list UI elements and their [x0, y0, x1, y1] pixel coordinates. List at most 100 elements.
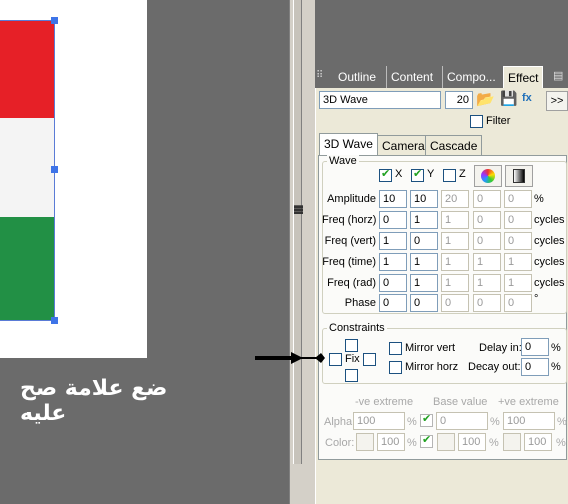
pos-extreme-header: +ve extreme — [498, 396, 559, 408]
z-axis-checkbox[interactable] — [443, 169, 456, 182]
alpha-pos-pct: % — [557, 416, 567, 428]
fix-left-checkbox[interactable] — [329, 353, 342, 366]
selection-handle[interactable] — [51, 317, 58, 324]
tab-gripper-icon: ⠿ — [316, 70, 324, 81]
panel-menu-icon[interactable]: ▤ — [553, 69, 568, 85]
amplitude-z-input[interactable] — [441, 190, 469, 208]
freq-horz-x-input[interactable] — [379, 211, 407, 229]
freq-horz-z-input[interactable] — [441, 211, 469, 229]
decay-out-label: Decay out: — [468, 361, 521, 373]
freq-rad-r-input[interactable] — [473, 274, 501, 292]
fix-bottom-checkbox[interactable] — [345, 369, 358, 382]
phase-t-input[interactable] — [504, 294, 532, 312]
phase-x-input[interactable] — [379, 294, 407, 312]
save-disk-icon[interactable]: 💾 — [500, 90, 518, 110]
alpha-label: Alpha: — [324, 416, 356, 428]
decay-out-input[interactable] — [521, 358, 549, 376]
filter-checkbox[interactable] — [470, 115, 483, 128]
freq-horz-t-input[interactable] — [504, 211, 532, 229]
freq-vert-t-input[interactable] — [504, 232, 532, 250]
base-value-header: Base value — [433, 396, 488, 408]
amplitude-r-input[interactable] — [473, 190, 501, 208]
color-pos-input[interactable] — [524, 433, 552, 451]
alpha-base-input[interactable] — [436, 412, 488, 430]
color-wheel-button[interactable] — [474, 165, 502, 187]
amplitude-t-input[interactable] — [504, 190, 532, 208]
fix-label: Fix — [345, 353, 360, 365]
freq-time-z-input[interactable] — [441, 253, 469, 271]
color-neg-pct: % — [407, 437, 417, 449]
freq-time-y-input[interactable] — [410, 253, 438, 271]
constraints-group-title: Constraints — [327, 322, 387, 334]
subtab-cascade[interactable]: Cascade — [425, 135, 483, 155]
amplitude-unit: % — [534, 193, 544, 205]
more-button[interactable]: >> — [546, 91, 568, 111]
selection-handle[interactable] — [51, 166, 58, 173]
freq-vert-r-input[interactable] — [473, 232, 501, 250]
fix-top-checkbox[interactable] — [345, 339, 358, 352]
panel-splitter[interactable]: ▬ ▬ ▬ — [289, 0, 315, 504]
alpha-pos-input[interactable] — [503, 412, 555, 430]
subtab-camera[interactable]: Camera — [377, 135, 430, 155]
effect-number-field[interactable] — [445, 91, 473, 109]
flag-green-band — [0, 217, 54, 320]
amplitude-label: Amplitude — [327, 193, 376, 205]
color-base-checkbox[interactable] — [420, 433, 433, 448]
mirror-vert-checkbox[interactable] — [389, 342, 402, 355]
selection-handle[interactable] — [51, 17, 58, 24]
freq-horz-r-input[interactable] — [473, 211, 501, 229]
alpha-neg-pct: % — [407, 416, 417, 428]
freq-time-t-input[interactable] — [504, 253, 532, 271]
freq-time-x-input[interactable] — [379, 253, 407, 271]
mirror-horz-checkbox[interactable] — [389, 361, 402, 374]
alpha-base-checkbox[interactable] — [420, 412, 433, 427]
freq-vert-x-input[interactable] — [379, 232, 407, 250]
freq-horz-y-input[interactable] — [410, 211, 438, 229]
phase-y-input[interactable] — [410, 294, 438, 312]
decay-pct: % — [551, 361, 561, 373]
splitter-grip-icon[interactable]: ▬ ▬ ▬ — [294, 201, 303, 216]
gradient-icon — [513, 169, 525, 183]
freq-rad-x-input[interactable] — [379, 274, 407, 292]
phase-r-input[interactable] — [473, 294, 501, 312]
tab-content[interactable]: Content — [386, 66, 437, 88]
amplitude-y-input[interactable] — [410, 190, 438, 208]
y-axis-checkbox[interactable] — [411, 167, 424, 182]
tab-components[interactable]: Compo... — [442, 66, 500, 88]
annotation-text: ضع علامة صح عليه — [20, 376, 168, 426]
fix-right-checkbox[interactable] — [363, 353, 376, 366]
alpha-neg-input[interactable] — [353, 412, 405, 430]
color-neg-input[interactable] — [377, 433, 405, 451]
tab-effect[interactable]: Effect — [503, 66, 544, 88]
filter-label: Filter — [486, 115, 511, 127]
color-pos-pct: % — [556, 437, 566, 449]
delay-in-label: Delay in: — [479, 342, 522, 354]
freq-rad-y-input[interactable] — [410, 274, 438, 292]
open-folder-icon[interactable]: 📂 — [476, 90, 496, 110]
tab-outline[interactable]: Outline — [334, 66, 380, 88]
mirror-horz-label: Mirror horz — [405, 361, 459, 373]
freq-vert-z-input[interactable] — [441, 232, 469, 250]
freq-rad-label: Freq (rad) — [327, 277, 376, 289]
phase-unit: ° — [534, 293, 539, 305]
freq-time-r-input[interactable] — [473, 253, 501, 271]
amplitude-x-input[interactable] — [379, 190, 407, 208]
phase-z-input[interactable] — [441, 294, 469, 312]
subtab-3d-wave[interactable]: 3D Wave — [319, 133, 378, 155]
color-base-input[interactable] — [458, 433, 486, 451]
splitter-bar[interactable] — [293, 0, 302, 464]
freq-rad-z-input[interactable] — [441, 274, 469, 292]
x-axis-checkbox[interactable] — [379, 167, 392, 182]
gradient-button[interactable] — [505, 165, 533, 187]
color-neg-swatch[interactable] — [356, 433, 374, 451]
add-effect-icon[interactable]: fx — [522, 92, 542, 110]
freq-rad-t-input[interactable] — [504, 274, 532, 292]
delay-in-input[interactable] — [521, 338, 549, 356]
freq-vert-y-input[interactable] — [410, 232, 438, 250]
color-pos-swatch[interactable] — [503, 433, 521, 451]
color-base-swatch[interactable] — [437, 433, 455, 451]
flag-red-band — [0, 20, 54, 118]
effect-name-field[interactable] — [319, 91, 441, 109]
flag-white-band — [0, 118, 54, 217]
color-base-pct: % — [489, 437, 499, 449]
